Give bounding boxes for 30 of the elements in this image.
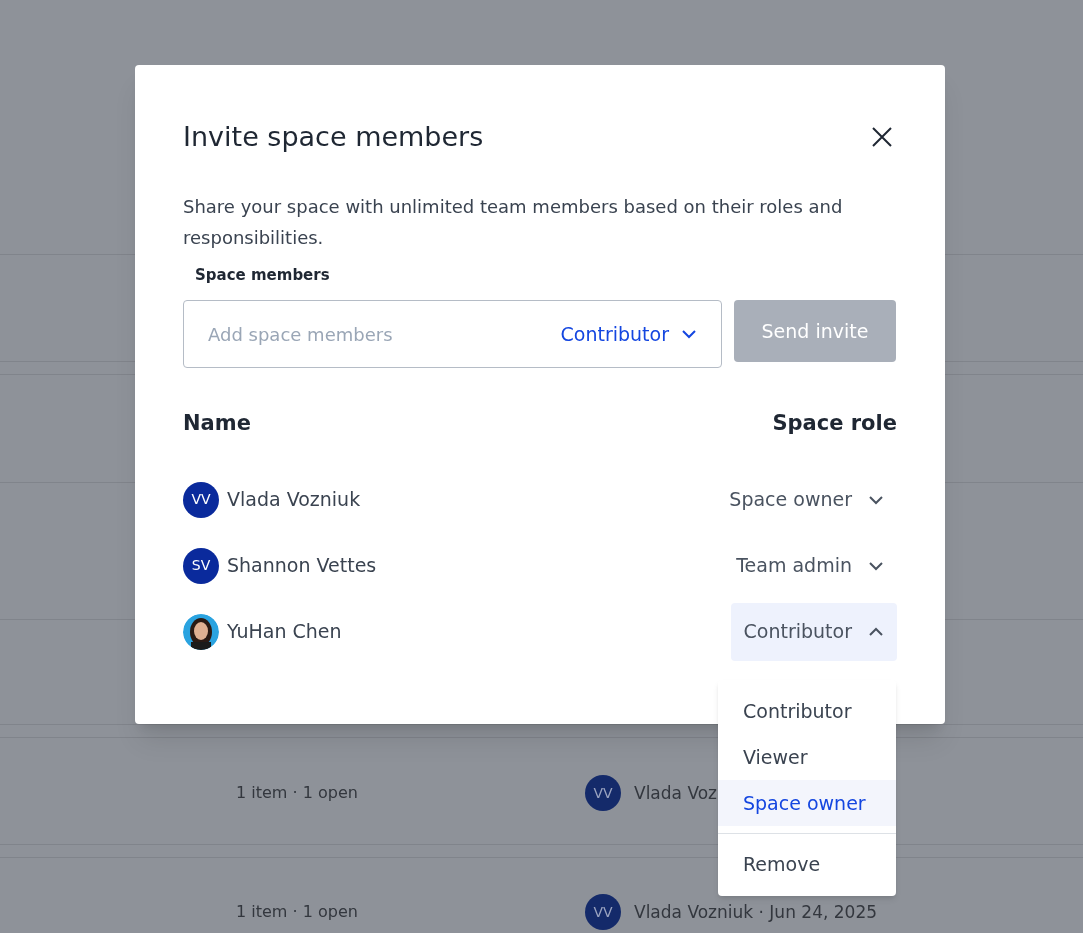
menu-item[interactable]: Contributor [718,688,896,734]
role-dropdown[interactable]: Team admin [723,536,897,595]
field-label: Space members [195,264,331,286]
menu-item[interactable]: Space owner [718,780,896,826]
chevron-up-icon [868,626,884,637]
role-dropdown[interactable]: Space owner [716,470,897,529]
avatar: VV [183,481,219,518]
column-header: Name [183,410,251,437]
chevron-down-icon [868,560,884,571]
dialog-description: Share your space with unlimited team members based on their roles and responsibilities. [183,194,844,250]
owner-text: Vlada Vozniuk · Jun 24, 2025 [634,901,877,924]
menu-item[interactable]: Viewer [718,734,896,780]
chevron-down-icon [868,494,884,505]
close-icon[interactable] [871,126,893,149]
owner-avatar: VV [585,894,621,930]
dialog-title: Invite space members [183,120,484,154]
menu-item[interactable]: Remove [718,841,896,887]
role-dropdown[interactable]: Contributor [730,602,897,661]
members-field[interactable]: Add space members Contributor [183,300,722,368]
member-name: Shannon Vettes [227,553,377,579]
item-count: 1 item · 1 open [236,782,359,804]
owner-avatar: VV [585,775,621,811]
column-header: Space role [772,410,897,437]
item-count: 1 item · 1 open [236,901,359,923]
member-name: YuHan Chen [227,619,342,645]
role-select[interactable]: Contributor [560,319,697,349]
member-name: Vlada Vozniuk [227,487,361,513]
avatar: SV [183,547,219,584]
owner-text: Vlada Voz [634,782,718,805]
chevron-down-icon [681,329,697,339]
